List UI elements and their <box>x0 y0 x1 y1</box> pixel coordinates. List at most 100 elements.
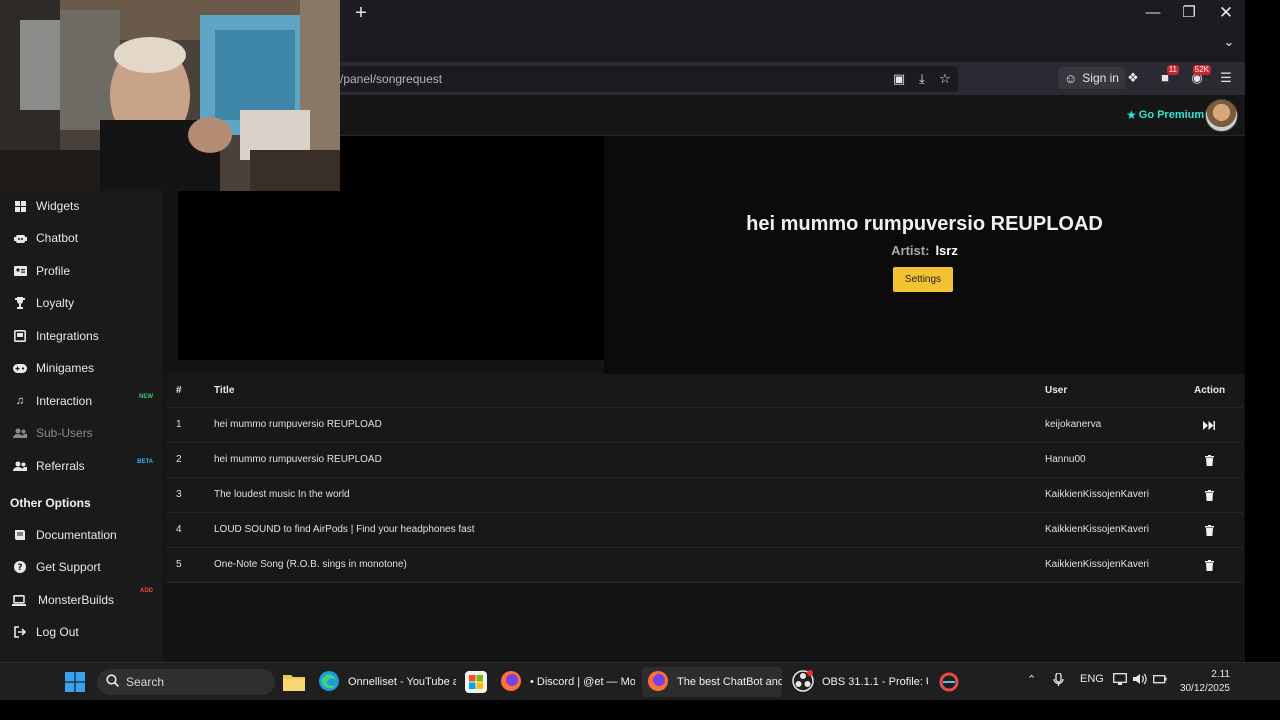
taskbar-app-firefox-chatbot[interactable]: The best ChatBot and W <box>642 667 782 697</box>
sidebar-item-documentation[interactable]: Documentation <box>0 520 163 550</box>
chevron-down-icon[interactable]: ⌄ <box>1218 34 1240 54</box>
users-icon <box>13 426 27 440</box>
clock[interactable]: 2.11 30/12/2025 <box>1176 668 1230 696</box>
extension-badge: 11 <box>1166 65 1179 75</box>
url-text[interactable]: /panel/songrequest <box>340 72 442 86</box>
go-premium-link[interactable]: ★ Go Premium <box>1126 108 1204 122</box>
sidebar-item-log-out[interactable]: Log Out <box>0 617 163 647</box>
avatar[interactable] <box>1205 99 1238 132</box>
url-bar[interactable]: /panel/songrequest ▣ ⤓ ☆ <box>330 66 958 92</box>
streamlabs-icon[interactable] <box>938 671 960 693</box>
add-badge: ADD <box>140 588 153 594</box>
trash-icon[interactable] <box>1202 489 1216 502</box>
close-window-button[interactable]: ✕ <box>1215 3 1237 23</box>
extension-icon[interactable]: ◉ 52K <box>1188 65 1211 87</box>
star-icon[interactable]: ☆ <box>936 70 954 88</box>
sidebar: Widgets Chatbot Profile Loyalty Integrat… <box>0 191 163 662</box>
beta-badge: BETA <box>137 459 153 465</box>
sidebar-item-label: Documentation <box>36 528 117 542</box>
row-number: 1 <box>176 419 182 430</box>
battery-icon[interactable] <box>1153 673 1167 688</box>
extension-icon[interactable]: ■ 11 <box>1156 65 1179 87</box>
trash-icon[interactable] <box>1202 454 1216 467</box>
table-row: 2 hei mummo rumpuversio REUPLOAD Hannu00 <box>166 443 1243 478</box>
trash-icon[interactable] <box>1202 559 1216 572</box>
table-row: 3 The loudest music In the world Kaikkie… <box>166 478 1243 513</box>
restore-button[interactable]: ❐ <box>1178 3 1200 23</box>
sidebar-item-label: Minigames <box>36 361 95 375</box>
column-header-action: Action <box>1194 385 1226 396</box>
row-title: hei mummo rumpuversio REUPLOAD <box>214 419 382 430</box>
logout-icon <box>13 625 27 639</box>
sidebar-item-label: Get Support <box>36 560 101 574</box>
sidebar-item-minigames[interactable]: Minigames <box>0 353 163 383</box>
sidebar-item-label: Integrations <box>36 329 99 343</box>
song-queue-table: # Title User Action 1 hei mummo rumpuver… <box>166 374 1243 583</box>
sidebar-item-integrations[interactable]: Integrations <box>0 321 163 351</box>
column-header-number: # <box>176 385 182 396</box>
firefox-icon <box>647 670 669 695</box>
sidebar-item-interaction[interactable]: ♫ Interaction NEW <box>0 386 163 416</box>
trash-icon[interactable] <box>1202 524 1216 537</box>
grid-icon <box>13 199 27 213</box>
volume-icon[interactable] <box>1133 673 1147 688</box>
skip-icon[interactable] <box>1202 419 1216 432</box>
microsoft-store-icon[interactable] <box>465 671 487 693</box>
sidebar-item-label: Interaction <box>36 394 93 408</box>
microphone-icon[interactable] <box>1053 672 1064 690</box>
webcam-image <box>0 0 340 191</box>
row-user: KaikkienKissojenKaveri <box>1045 489 1149 500</box>
question-icon: ? <box>13 560 27 574</box>
sidebar-item-label: Sub-Users <box>36 426 93 440</box>
download-icon[interactable]: ⤓ <box>913 70 931 88</box>
firefox-icon <box>500 670 522 695</box>
edge-icon <box>318 670 340 695</box>
now-playing-panel: hei mummo rumpuversio REUPLOAD Artist: ls… <box>604 136 1245 374</box>
laptop-icon <box>12 593 26 607</box>
table-header: # Title User Action <box>166 374 1243 408</box>
row-user: KaikkienKissojenKaveri <box>1045 524 1149 535</box>
taskbar-app-obs[interactable]: OBS 31.1.1 - Profile: Unti <box>792 667 928 697</box>
new-tab-button[interactable]: + <box>351 3 371 23</box>
minimize-button[interactable]: — <box>1142 3 1164 23</box>
taskbar-app-label: OBS 31.1.1 - Profile: Unti <box>822 676 928 688</box>
menu-icon[interactable]: ☰ <box>1217 69 1235 87</box>
taskbar-app-label: • Discord | @et — Mozil <box>530 676 635 688</box>
taskbar-app-edge[interactable]: Onnelliset - YouTube and <box>318 667 456 697</box>
sidebar-item-label: Referrals <box>36 459 85 473</box>
windows-start-icon[interactable] <box>64 671 86 693</box>
extensions-icon[interactable]: ❖ <box>1124 69 1142 87</box>
obs-icon <box>792 669 814 695</box>
now-playing-title: hei mummo rumpuversio REUPLOAD <box>746 213 1103 235</box>
sidebar-item-referrals[interactable]: Referrals BETA <box>0 451 163 481</box>
sidebar-item-monsterbuilds[interactable]: MonsterBuilds ADD <box>0 585 163 615</box>
network-icon[interactable] <box>1113 673 1127 688</box>
go-premium-label: Go Premium <box>1138 109 1205 121</box>
sidebar-item-label: MonsterBuilds <box>38 593 115 607</box>
taskbar-search[interactable]: Search <box>97 669 275 695</box>
sidebar-item-label: Profile <box>36 264 71 278</box>
language-indicator[interactable]: ENG <box>1080 673 1104 685</box>
sidebar-item-widgets[interactable]: Widgets <box>0 191 163 221</box>
sign-in-button[interactable]: ☺ Sign in <box>1058 67 1125 89</box>
sidebar-item-profile[interactable]: Profile <box>0 256 163 286</box>
taskbar-app-label: The best ChatBot and W <box>677 676 782 688</box>
settings-button[interactable]: Settings <box>893 267 953 292</box>
clock-time: 2.11 <box>1211 669 1230 680</box>
sidebar-item-label: Widgets <box>36 199 80 213</box>
svg-text:?: ? <box>17 563 22 573</box>
sidebar-item-sub-users[interactable]: Sub-Users <box>0 418 163 448</box>
chevron-up-icon[interactable]: ⌃ <box>1027 673 1036 686</box>
new-badge: NEW <box>139 394 153 400</box>
row-number: 2 <box>176 454 182 465</box>
taskbar-app-firefox-discord[interactable]: • Discord | @et — Mozil <box>500 667 635 697</box>
trophy-icon <box>13 296 27 310</box>
file-explorer-icon[interactable] <box>283 671 305 693</box>
column-header-title: Title <box>214 385 235 396</box>
sidebar-item-get-support[interactable]: ? Get Support <box>0 552 163 582</box>
sidebar-item-label: Loyalty <box>36 296 75 310</box>
music-note-icon: ♫ <box>15 395 25 407</box>
sidebar-item-chatbot[interactable]: Chatbot <box>0 223 163 253</box>
picture-in-picture-icon[interactable]: ▣ <box>890 70 908 88</box>
sidebar-item-loyalty[interactable]: Loyalty <box>0 288 163 318</box>
